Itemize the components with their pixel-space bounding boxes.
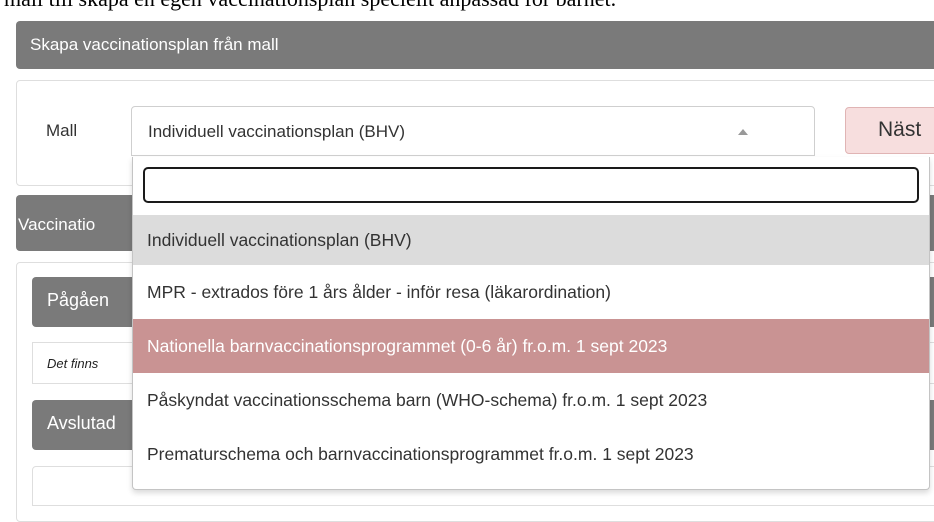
- template-dropdown: Individuell vaccinationsplan (BHV) MPR -…: [132, 157, 930, 490]
- intro-text: mall till skapa en egen vaccinationsplan…: [4, 0, 616, 12]
- finished-section-title: Avslutad: [47, 413, 116, 433]
- template-select-value: Individuell vaccinationsplan (BHV): [148, 122, 406, 141]
- dropdown-search-input[interactable]: [143, 167, 919, 203]
- template-label: Mall: [46, 121, 78, 140]
- caret-up-icon: [738, 129, 748, 135]
- template-panel-header: Skapa vaccinationsplan från mall: [16, 21, 934, 69]
- dropdown-option[interactable]: MPR - extrados före 1 års ålder - inför …: [133, 265, 929, 319]
- dropdown-option[interactable]: Påskyndat vaccinationsschema barn (WHO-s…: [133, 373, 929, 427]
- dropdown-option[interactable]: Individuell vaccinationsplan (BHV): [133, 215, 929, 265]
- template-panel-title: Skapa vaccinationsplan från mall: [30, 35, 279, 54]
- ongoing-section-title: Pågåen: [47, 290, 110, 310]
- dropdown-option-list: Individuell vaccinationsplan (BHV) MPR -…: [133, 215, 929, 483]
- next-button[interactable]: Näst: [845, 107, 934, 154]
- dropdown-option[interactable]: Nationella barnvaccinationsprogrammet (0…: [133, 319, 929, 373]
- template-select[interactable]: Individuell vaccinationsplan (BHV): [131, 106, 815, 156]
- vaccination-panel-title: Vaccinatio: [18, 215, 96, 234]
- empty-note-text: Det finns: [47, 356, 99, 371]
- dropdown-option[interactable]: Prematurschema och barnvaccinationsprogr…: [133, 427, 929, 483]
